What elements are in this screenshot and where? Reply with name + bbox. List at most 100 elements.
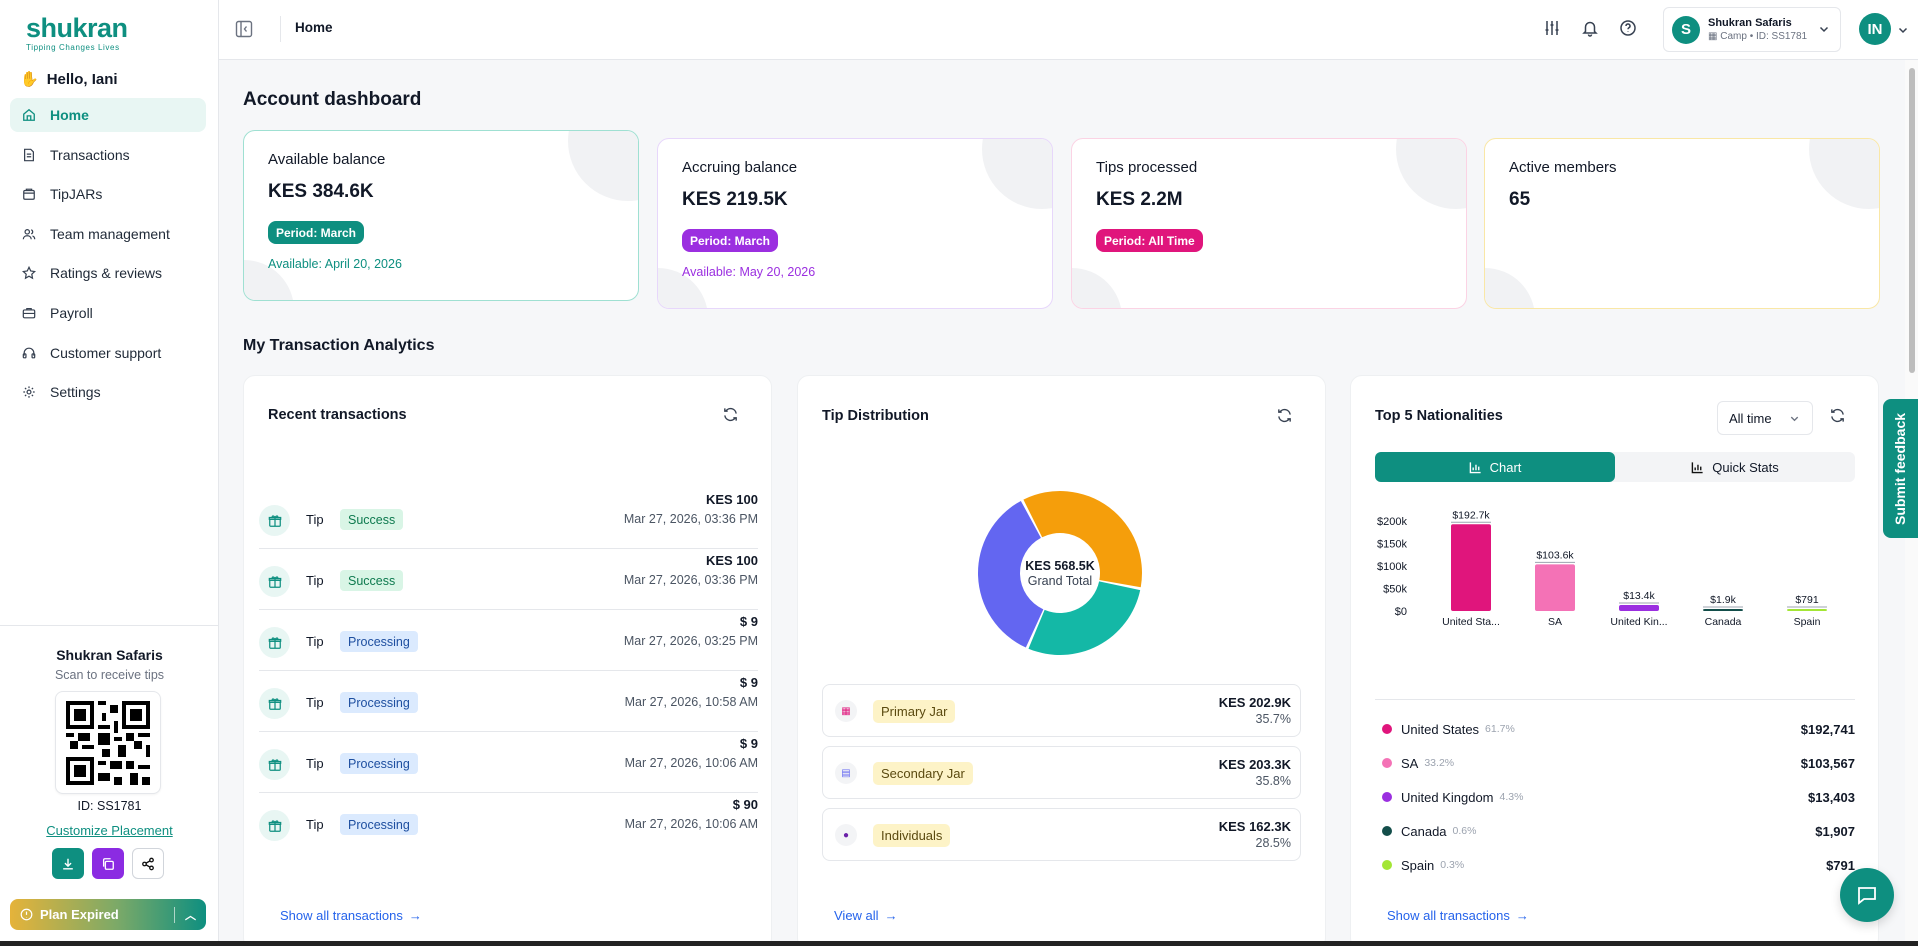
transaction-list: Tip Success KES 100 Mar 27, 2026, 03:36 PM T… — [259, 488, 758, 854]
chevron-down-icon[interactable] — [1897, 24, 1909, 36]
nationality-name: United States — [1401, 721, 1480, 737]
table-row[interactable]: Tip Processing $ 9 Mar 27, 2026, 03:25 PM — [259, 610, 758, 671]
account-subtitle: ▦ Camp • ID: SS1781 — [1708, 31, 1808, 42]
submit-feedback-button[interactable]: Submit feedback — [1883, 399, 1918, 538]
view-all-link[interactable]: View all → — [834, 908, 898, 923]
y-tick-label: $200k — [1377, 516, 1407, 528]
list-item[interactable]: ● Individuals KES 162.3K 28.5% — [822, 808, 1301, 861]
sidebar-item-payroll[interactable]: Payroll — [10, 296, 206, 330]
x-tick-label: United Kin... — [1610, 616, 1667, 628]
jar-name: Individuals — [873, 824, 951, 847]
chat-icon — [1858, 887, 1876, 905]
donut-slice — [1023, 490, 1143, 588]
sidebar-item-team-management[interactable]: Team management — [10, 217, 206, 251]
chevron-down-icon — [1819, 26, 1829, 33]
x-tick-label: Spain — [1794, 616, 1821, 628]
status-badge: Processing — [340, 753, 418, 774]
gift-icon — [259, 566, 290, 597]
period-select[interactable]: All time — [1717, 401, 1813, 435]
bell-icon[interactable] — [1581, 19, 1599, 42]
table-row[interactable]: Tip Success KES 100 Mar 27, 2026, 03:36 PM — [259, 488, 758, 549]
gift-icon — [259, 749, 290, 780]
status-badge: Processing — [340, 692, 418, 713]
document-icon — [24, 148, 34, 161]
transaction-amount: $ 9 — [739, 614, 758, 629]
table-row[interactable]: Tip Processing $ 9 Mar 27, 2026, 10:58 AM — [259, 671, 758, 732]
show-all-transactions-link[interactable]: Show all transactions → — [280, 908, 422, 923]
qr-section: Shukran Safaris Scan to receive tips ID:… — [0, 625, 219, 946]
period-badge: Period: March — [682, 229, 779, 252]
table-row[interactable]: Tip Success KES 100 Mar 27, 2026, 03:36 PM — [259, 549, 758, 610]
filters-icon[interactable] — [1543, 19, 1561, 42]
list-item: United Kingdom 4.3% $13,403 — [1375, 780, 1855, 814]
show-all-transactions-link[interactable]: Show all transactions → — [1387, 908, 1529, 923]
topbar-divider — [280, 16, 281, 42]
nationality-name: United Kingdom — [1401, 789, 1494, 805]
plan-expired-banner[interactable]: Plan Expired ︿ — [10, 899, 206, 930]
arrow-right-icon: → — [408, 908, 422, 923]
available-date: Available: May 20, 2026 — [682, 265, 816, 279]
nationality-percent: 0.6% — [1452, 825, 1477, 837]
card-decoration — [1072, 268, 1122, 308]
sidebar-item-label: Team management — [50, 225, 170, 242]
gift-icon — [259, 505, 290, 536]
bar — [1619, 604, 1659, 611]
greeting: ✋ Hello, Iani — [20, 70, 118, 89]
panel-title: Top 5 Nationalities — [1375, 408, 1503, 424]
chat-button[interactable] — [1840, 868, 1894, 922]
table-row[interactable]: Tip Processing $ 9 Mar 27, 2026, 10:06 AM — [259, 732, 758, 793]
qr-code-icon — [66, 700, 150, 785]
sidebar-item-home[interactable]: Home — [10, 98, 206, 132]
nationality-percent: 0.3% — [1440, 859, 1465, 871]
nationality-value: $103,567 — [1800, 755, 1855, 771]
account-selector[interactable]: S Shukran Safaris ▦ Camp • ID: SS1781 — [1663, 7, 1841, 52]
top-nationalities-panel: Top 5 Nationalities All time Chart Quick… — [1350, 375, 1879, 946]
list-item[interactable]: ▦ Primary Jar KES 202.9K 35.7% — [822, 684, 1301, 737]
tab-chart[interactable]: Chart — [1375, 452, 1615, 482]
refresh-icon[interactable] — [1829, 407, 1846, 429]
table-row[interactable]: Tip Processing $ 90 Mar 27, 2026, 10:06 AM — [259, 793, 758, 854]
sidebar: shukran Tipping Changes Lives ✋ Hello, I… — [0, 0, 219, 946]
logo-tagline: Tipping Changes Lives — [26, 43, 120, 52]
user-avatar[interactable]: IN — [1859, 13, 1891, 45]
status-badge: Processing — [340, 631, 418, 652]
sidebar-item-label: TipJARs — [50, 186, 103, 203]
transaction-date: Mar 27, 2026, 10:06 AM — [624, 817, 758, 831]
refresh-icon[interactable] — [722, 406, 739, 428]
available-date: Available: April 20, 2026 — [268, 257, 402, 271]
wave-hand-icon: ✋ — [20, 71, 39, 88]
sidebar-item-settings[interactable]: Settings — [10, 375, 206, 409]
collapse-sidebar-icon[interactable] — [235, 20, 253, 43]
greeting-text: Hello, Iani — [46, 70, 118, 88]
help-icon[interactable] — [1619, 19, 1637, 42]
refresh-icon[interactable] — [1276, 407, 1293, 429]
card-decoration — [1485, 268, 1535, 308]
jar-amount: KES 162.3K — [1218, 819, 1291, 834]
x-tick-label: United Sta... — [1442, 616, 1500, 628]
gift-icon — [259, 810, 290, 841]
tab-quick-stats[interactable]: Quick Stats — [1615, 452, 1855, 482]
sidebar-item-customer-support[interactable]: Customer support — [10, 336, 206, 370]
jar-icon: ▦ — [835, 700, 857, 722]
briefcase-icon — [22, 307, 36, 319]
transaction-type: Tip — [306, 573, 324, 588]
list-item[interactable]: ▤ Secondary Jar KES 203.3K 35.8% — [822, 746, 1301, 799]
transaction-amount: KES 100 — [705, 553, 758, 568]
chevron-up-icon[interactable]: ︿ — [174, 906, 196, 923]
scroll-thumb[interactable] — [1909, 68, 1915, 373]
sidebar-item-tipjars[interactable]: TipJARs — [10, 177, 206, 211]
legend-dot — [1382, 792, 1392, 802]
customize-placement-link[interactable]: Customize Placement — [0, 823, 219, 838]
copy-qr-button[interactable] — [92, 848, 124, 879]
nationality-name: SA — [1401, 755, 1419, 771]
panel-title: Recent transactions — [268, 407, 407, 423]
logo[interactable]: shukran Tipping Changes Lives — [26, 14, 128, 52]
sidebar-item-transactions[interactable]: Transactions — [10, 138, 206, 172]
stat-value: 65 — [1509, 189, 1531, 210]
share-qr-button[interactable] — [132, 848, 164, 879]
transaction-type: Tip — [306, 817, 324, 832]
qr-business-name: Shukran Safaris — [56, 647, 163, 663]
sidebar-item-ratings-reviews[interactable]: Ratings & reviews — [10, 256, 206, 290]
download-qr-button[interactable] — [52, 848, 84, 879]
nationality-list: United States 61.7% $192,741 SA 33.2% $103,56… — [1375, 712, 1855, 882]
